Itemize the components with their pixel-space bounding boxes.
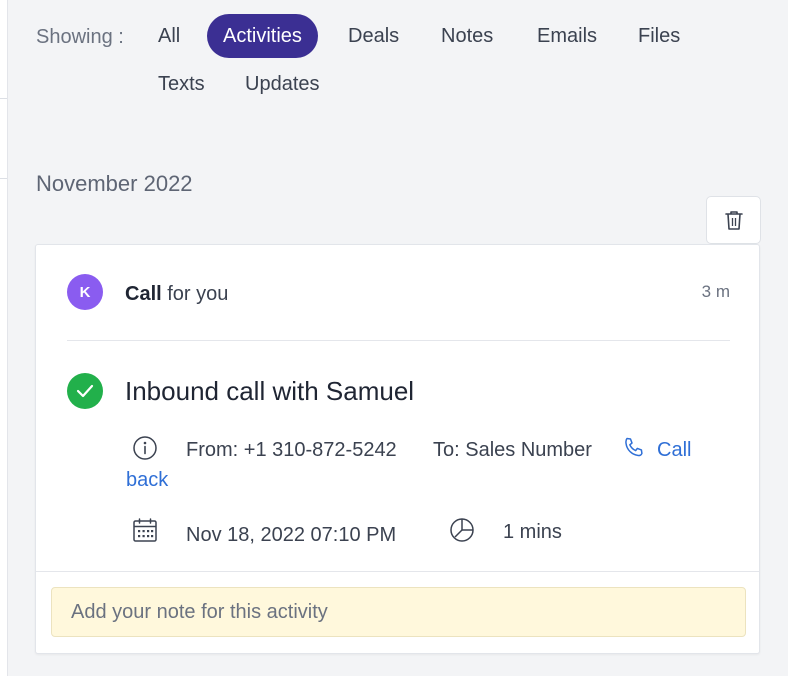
elapsed-time: 3 m xyxy=(701,282,730,301)
filter-updates[interactable]: Updates xyxy=(229,62,336,106)
phone-icon[interactable] xyxy=(622,436,646,460)
showing-label: Showing : xyxy=(36,26,124,48)
card-divider xyxy=(67,340,730,341)
call-back-link[interactable]: Call xyxy=(657,439,691,462)
rail-divider xyxy=(0,178,7,179)
check-icon xyxy=(76,384,94,398)
clock-icon xyxy=(450,518,474,542)
filter-activities[interactable]: Activities xyxy=(207,14,318,58)
call-duration: 1 mins xyxy=(503,521,562,543)
call-back-link-continued[interactable]: back xyxy=(126,469,168,492)
calendar-icon xyxy=(133,518,157,542)
filter-notes[interactable]: Notes xyxy=(425,14,509,58)
avatar: K xyxy=(67,274,103,310)
card-footer-divider xyxy=(36,571,759,572)
filter-files[interactable]: Files xyxy=(622,14,696,58)
filter-texts[interactable]: Texts xyxy=(142,62,221,106)
activity-title: Inbound call with Samuel xyxy=(125,376,415,406)
rail-divider xyxy=(0,98,7,99)
info-icon xyxy=(133,436,157,460)
filter-deals[interactable]: Deals xyxy=(332,14,415,58)
trash-icon xyxy=(724,211,743,230)
filter-all[interactable]: All xyxy=(142,14,196,58)
activity-card: K Call for you 3 m Inbound call with Sam… xyxy=(35,244,760,654)
activity-header: Call for you xyxy=(125,283,228,306)
completed-status[interactable] xyxy=(67,373,103,409)
call-from: From: +1 310-872-5242 xyxy=(186,439,397,461)
call-to: To: Sales Number xyxy=(433,439,592,461)
activity-datetime: Nov 18, 2022 07:10 PM xyxy=(186,524,397,546)
left-rail xyxy=(0,0,8,676)
activity-assignee: for you xyxy=(167,283,229,305)
activity-type: Call xyxy=(125,283,162,305)
activity-note-input[interactable] xyxy=(51,587,746,637)
month-heading: November 2022 xyxy=(36,171,193,196)
delete-button[interactable] xyxy=(706,196,761,244)
filter-emails[interactable]: Emails xyxy=(521,14,613,58)
